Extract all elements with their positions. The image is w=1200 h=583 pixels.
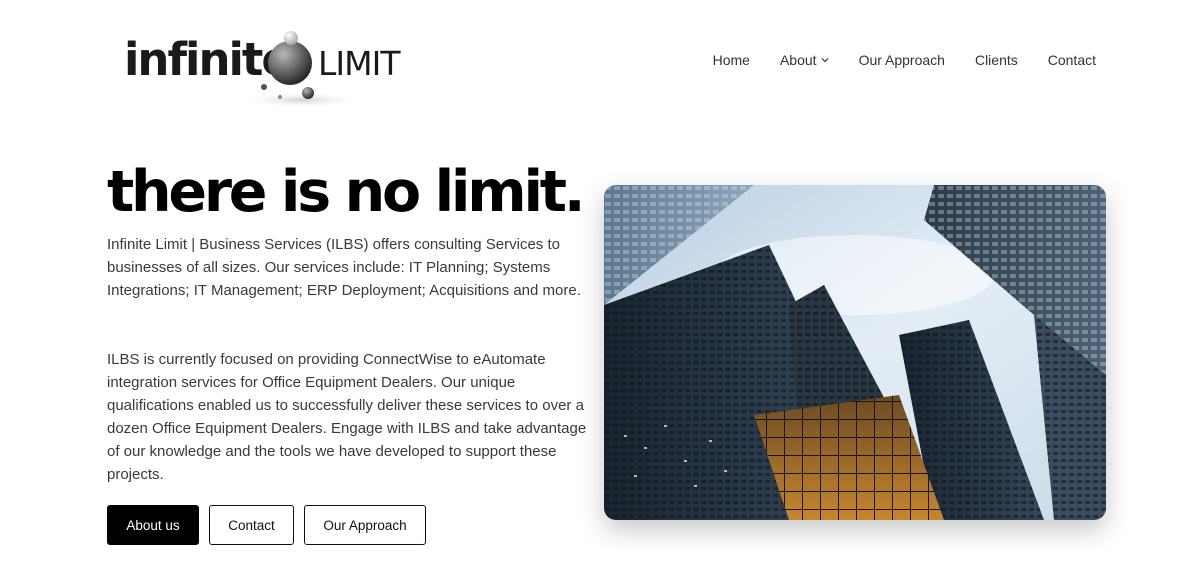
our-approach-button[interactable]: Our Approach [304,505,426,545]
nav-about-label: About [779,52,817,68]
contact-button[interactable]: Contact [209,505,294,545]
hero-buttons: About us Contact Our Approach [107,505,426,545]
nav-our-approach-label: Our Approach [858,52,945,68]
nav-about[interactable]: About [780,52,829,68]
about-us-button[interactable]: About us [107,505,199,545]
nav-contact-label: Contact [1047,52,1096,68]
nav-contact[interactable]: Contact [1048,52,1096,68]
nav-home-label: Home [712,52,750,68]
nav-home[interactable]: Home [713,52,750,68]
hero-image-skyscrapers [604,185,1106,520]
hero-paragraph-1: Infinite Limit | Business Services (ILBS… [107,236,581,299]
hero-title: there is no limit. [107,159,586,225]
logo-limit-text: LIMIT [318,44,400,83]
nav-our-approach[interactable]: Our Approach [859,52,945,68]
nav-clients-label: Clients [974,52,1018,68]
nav-clients[interactable]: Clients [975,52,1018,68]
main-nav: Home About Our Approach Clients Contact [713,52,1096,68]
logo[interactable]: infinite LIMIT [122,28,412,108]
skyscrapers-illustration [604,185,1106,520]
chevron-down-icon [821,58,828,63]
hero-paragraph-2: ILBS is currently focused on providing C… [107,351,587,483]
